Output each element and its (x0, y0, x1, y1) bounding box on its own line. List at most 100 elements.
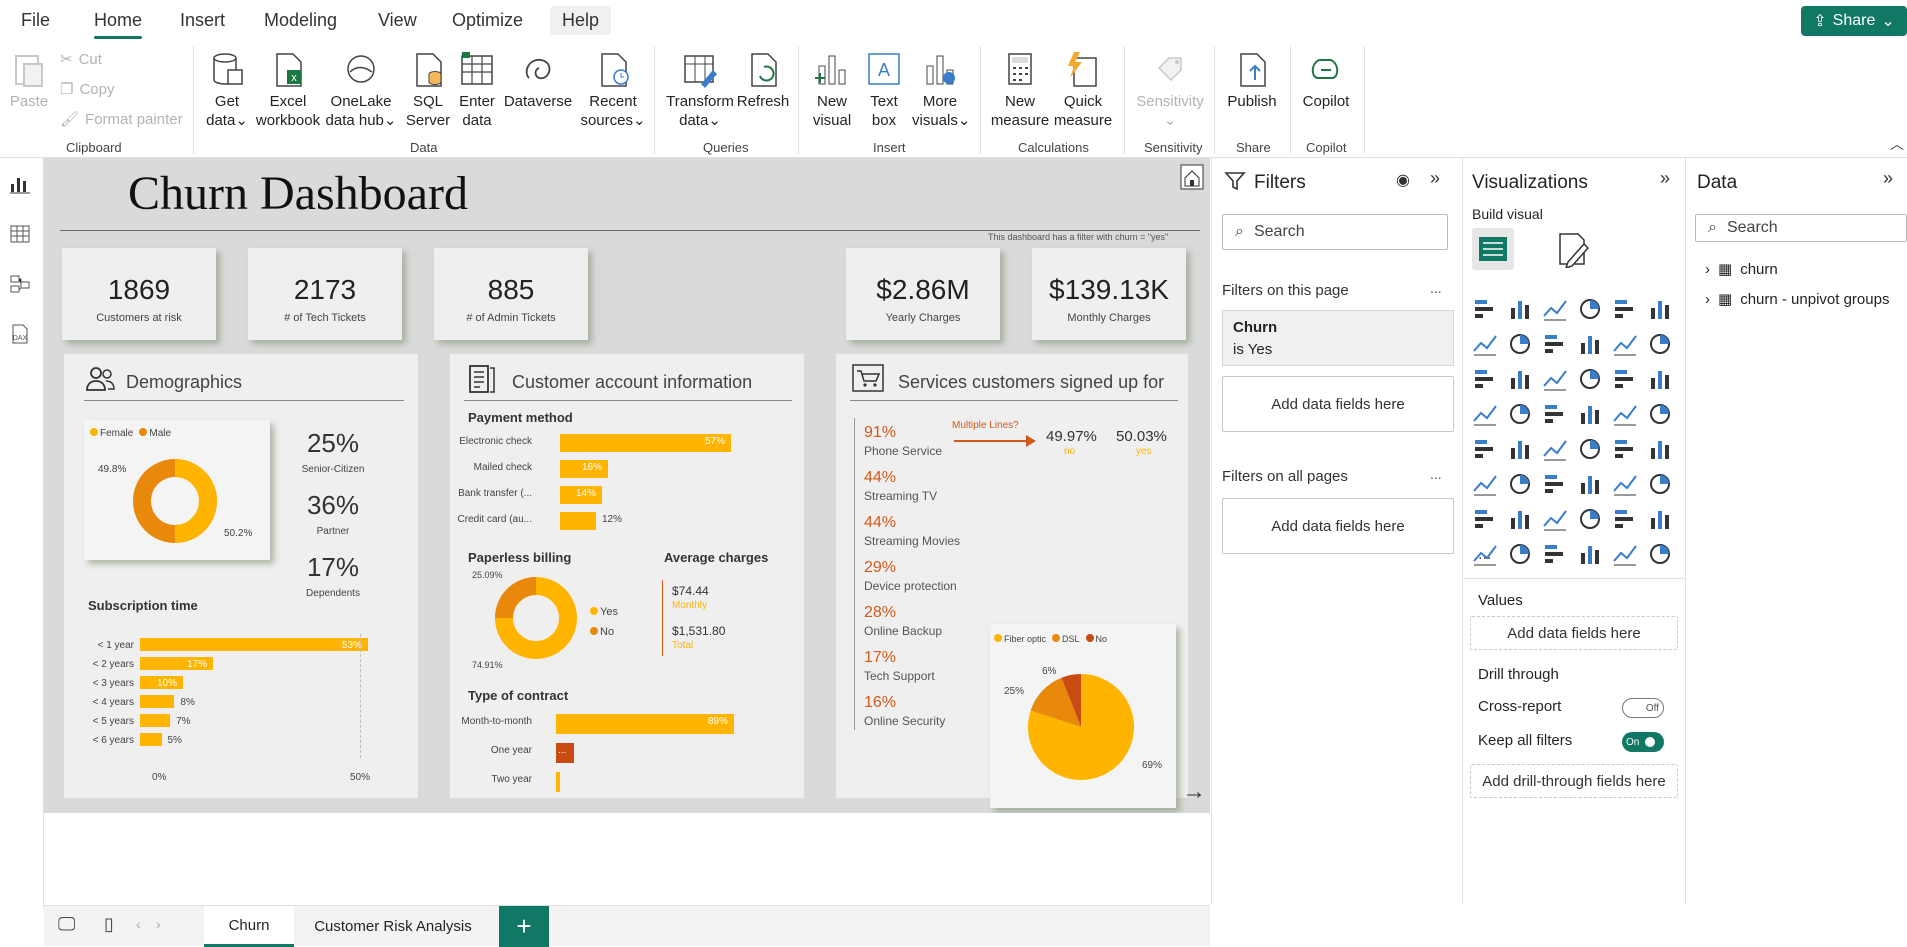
visual-type-icon[interactable] (1472, 506, 1498, 532)
publish-button[interactable]: Publish (1224, 50, 1280, 111)
paste-button[interactable]: Paste (8, 50, 50, 111)
report-view-icon[interactable] (8, 172, 32, 196)
keep-filters-toggle[interactable]: On (1622, 732, 1664, 752)
collapse-ribbon-icon[interactable]: ︿ (1890, 134, 1904, 154)
scroll-right-icon[interactable]: › (156, 916, 161, 932)
visual-type-icon[interactable] (1612, 296, 1638, 322)
copy-button[interactable]: ❐ Copy (60, 80, 114, 99)
visual-type-icon[interactable] (1647, 401, 1673, 427)
quick-measure-button[interactable]: Quick measure (1052, 50, 1114, 130)
visual-type-icon[interactable] (1542, 436, 1568, 462)
paperless-donut-chart[interactable] (494, 576, 578, 660)
visual-type-icon[interactable] (1472, 436, 1498, 462)
visual-type-icon[interactable] (1647, 366, 1673, 392)
more-options-icon[interactable]: ... (1430, 466, 1442, 482)
menu-modeling[interactable]: Modeling (264, 10, 337, 31)
visual-type-icon[interactable] (1542, 506, 1568, 532)
data-search-input[interactable]: ⌕ Search (1695, 214, 1907, 242)
values-drop-zone[interactable]: Add data fields here (1470, 616, 1678, 650)
visual-type-icon[interactable] (1647, 506, 1673, 532)
visual-type-icon[interactable] (1577, 296, 1603, 322)
bar[interactable] (140, 638, 368, 651)
bar[interactable] (140, 714, 171, 727)
kpi-card-admin-tickets[interactable]: 885 # of Admin Tickets (434, 248, 588, 340)
page-tab-customer-risk[interactable]: Customer Risk Analysis (300, 906, 486, 947)
format-visual-icon[interactable] (1556, 232, 1590, 268)
next-page-arrow-icon[interactable]: → (1182, 778, 1206, 806)
more-visuals-icon[interactable]: ... (1478, 546, 1491, 564)
kpi-card-customers-at-risk[interactable]: 1869 Customers at risk (62, 248, 216, 340)
table-item-churn[interactable]: › ▦ churn (1705, 260, 1778, 279)
all-pages-filter-drop-zone[interactable]: Add data fields here (1222, 498, 1454, 554)
model-view-icon[interactable] (8, 272, 32, 296)
share-button[interactable]: ⇪ Share ⌄ (1801, 6, 1907, 36)
bar[interactable] (140, 733, 162, 746)
bar[interactable] (140, 695, 175, 708)
recent-sources-button[interactable]: Recent sources⌄ (580, 50, 646, 130)
visual-type-icon[interactable] (1542, 296, 1568, 322)
cut-button[interactable]: ✂ Cut (60, 50, 102, 69)
visual-type-icon[interactable] (1612, 506, 1638, 532)
visual-type-icon[interactable] (1507, 436, 1533, 462)
home-icon[interactable] (1180, 164, 1204, 190)
visual-type-icon[interactable] (1577, 366, 1603, 392)
transform-data-button[interactable]: Transform data⌄ (664, 50, 736, 130)
visual-type-icon[interactable] (1542, 331, 1568, 357)
page-filter-drop-zone[interactable]: Add data fields here (1222, 376, 1454, 432)
gender-donut-visual[interactable]: Female Male 49.8% 50.2% (84, 420, 270, 560)
visual-type-icon[interactable] (1577, 541, 1603, 567)
visual-type-icon[interactable] (1507, 471, 1533, 497)
dataverse-button[interactable]: Dataverse (503, 50, 573, 111)
menu-optimize[interactable]: Optimize (452, 10, 523, 31)
kpi-card-tech-tickets[interactable]: 2173 # of Tech Tickets (248, 248, 402, 340)
visual-type-icon[interactable] (1612, 541, 1638, 567)
enter-data-button[interactable]: Enter data (454, 50, 500, 130)
desktop-layout-icon[interactable]: 🖵 (58, 914, 75, 935)
visual-type-icon[interactable] (1612, 471, 1638, 497)
visual-type-icon[interactable] (1647, 296, 1673, 322)
copilot-button[interactable]: Copilot (1298, 50, 1354, 111)
page-tab-churn[interactable]: Churn (204, 906, 294, 947)
drill-through-drop-zone[interactable]: Add drill-through fields here (1470, 764, 1678, 798)
visual-type-icon[interactable] (1472, 331, 1498, 357)
more-options-icon[interactable]: ... (1430, 280, 1442, 296)
menu-home[interactable]: Home (94, 10, 143, 39)
visual-type-icon[interactable] (1507, 401, 1533, 427)
visual-type-icon[interactable] (1612, 366, 1638, 392)
visual-type-icon[interactable] (1577, 436, 1603, 462)
visual-type-icon[interactable] (1612, 331, 1638, 357)
menu-view[interactable]: View (378, 10, 417, 31)
dax-query-view-icon[interactable]: DAX (8, 322, 32, 346)
refresh-button[interactable]: Refresh (735, 50, 791, 111)
add-page-button[interactable]: + (499, 906, 549, 947)
kpi-card-monthly-charges[interactable]: $139.13K Monthly Charges (1032, 248, 1186, 340)
sql-server-button[interactable]: SQL Server (404, 50, 452, 130)
visual-type-icon[interactable] (1507, 331, 1533, 357)
sensitivity-button[interactable]: Sensitivity ⌄ (1130, 50, 1210, 130)
eye-icon[interactable]: ◉ (1396, 170, 1410, 190)
bar[interactable] (556, 772, 560, 792)
visual-type-icon[interactable] (1647, 331, 1673, 357)
visual-type-icon[interactable] (1472, 471, 1498, 497)
visual-type-icon[interactable] (1647, 471, 1673, 497)
new-measure-button[interactable]: New measure (990, 50, 1050, 130)
visual-type-icon[interactable] (1542, 541, 1568, 567)
table-item-churn-unpivot[interactable]: › ▦ churn - unpivot groups (1705, 290, 1889, 309)
more-visuals-button[interactable]: More visuals⌄ (912, 50, 970, 130)
format-painter-button[interactable]: 🖌 Format painter (60, 110, 183, 129)
get-data-button[interactable]: Get data⌄ (204, 50, 250, 130)
visual-type-icon[interactable] (1577, 401, 1603, 427)
visual-type-icon[interactable] (1542, 471, 1568, 497)
scroll-left-icon[interactable]: ‹ (136, 916, 141, 932)
collapse-filters-icon[interactable]: » (1430, 168, 1440, 189)
visual-type-icon[interactable] (1507, 366, 1533, 392)
visual-type-icon[interactable] (1542, 401, 1568, 427)
cross-report-toggle[interactable]: Off (1622, 698, 1664, 718)
menu-help[interactable]: Help (550, 6, 612, 35)
internet-service-pie-visual[interactable]: Fiber optic DSL No 25% 6% 69% (990, 624, 1176, 808)
menu-file[interactable]: File (21, 10, 50, 31)
mobile-layout-icon[interactable]: ▯ (104, 914, 114, 935)
visual-type-icon[interactable] (1612, 401, 1638, 427)
visual-type-icon[interactable] (1647, 541, 1673, 567)
visual-type-icon[interactable] (1472, 296, 1498, 322)
